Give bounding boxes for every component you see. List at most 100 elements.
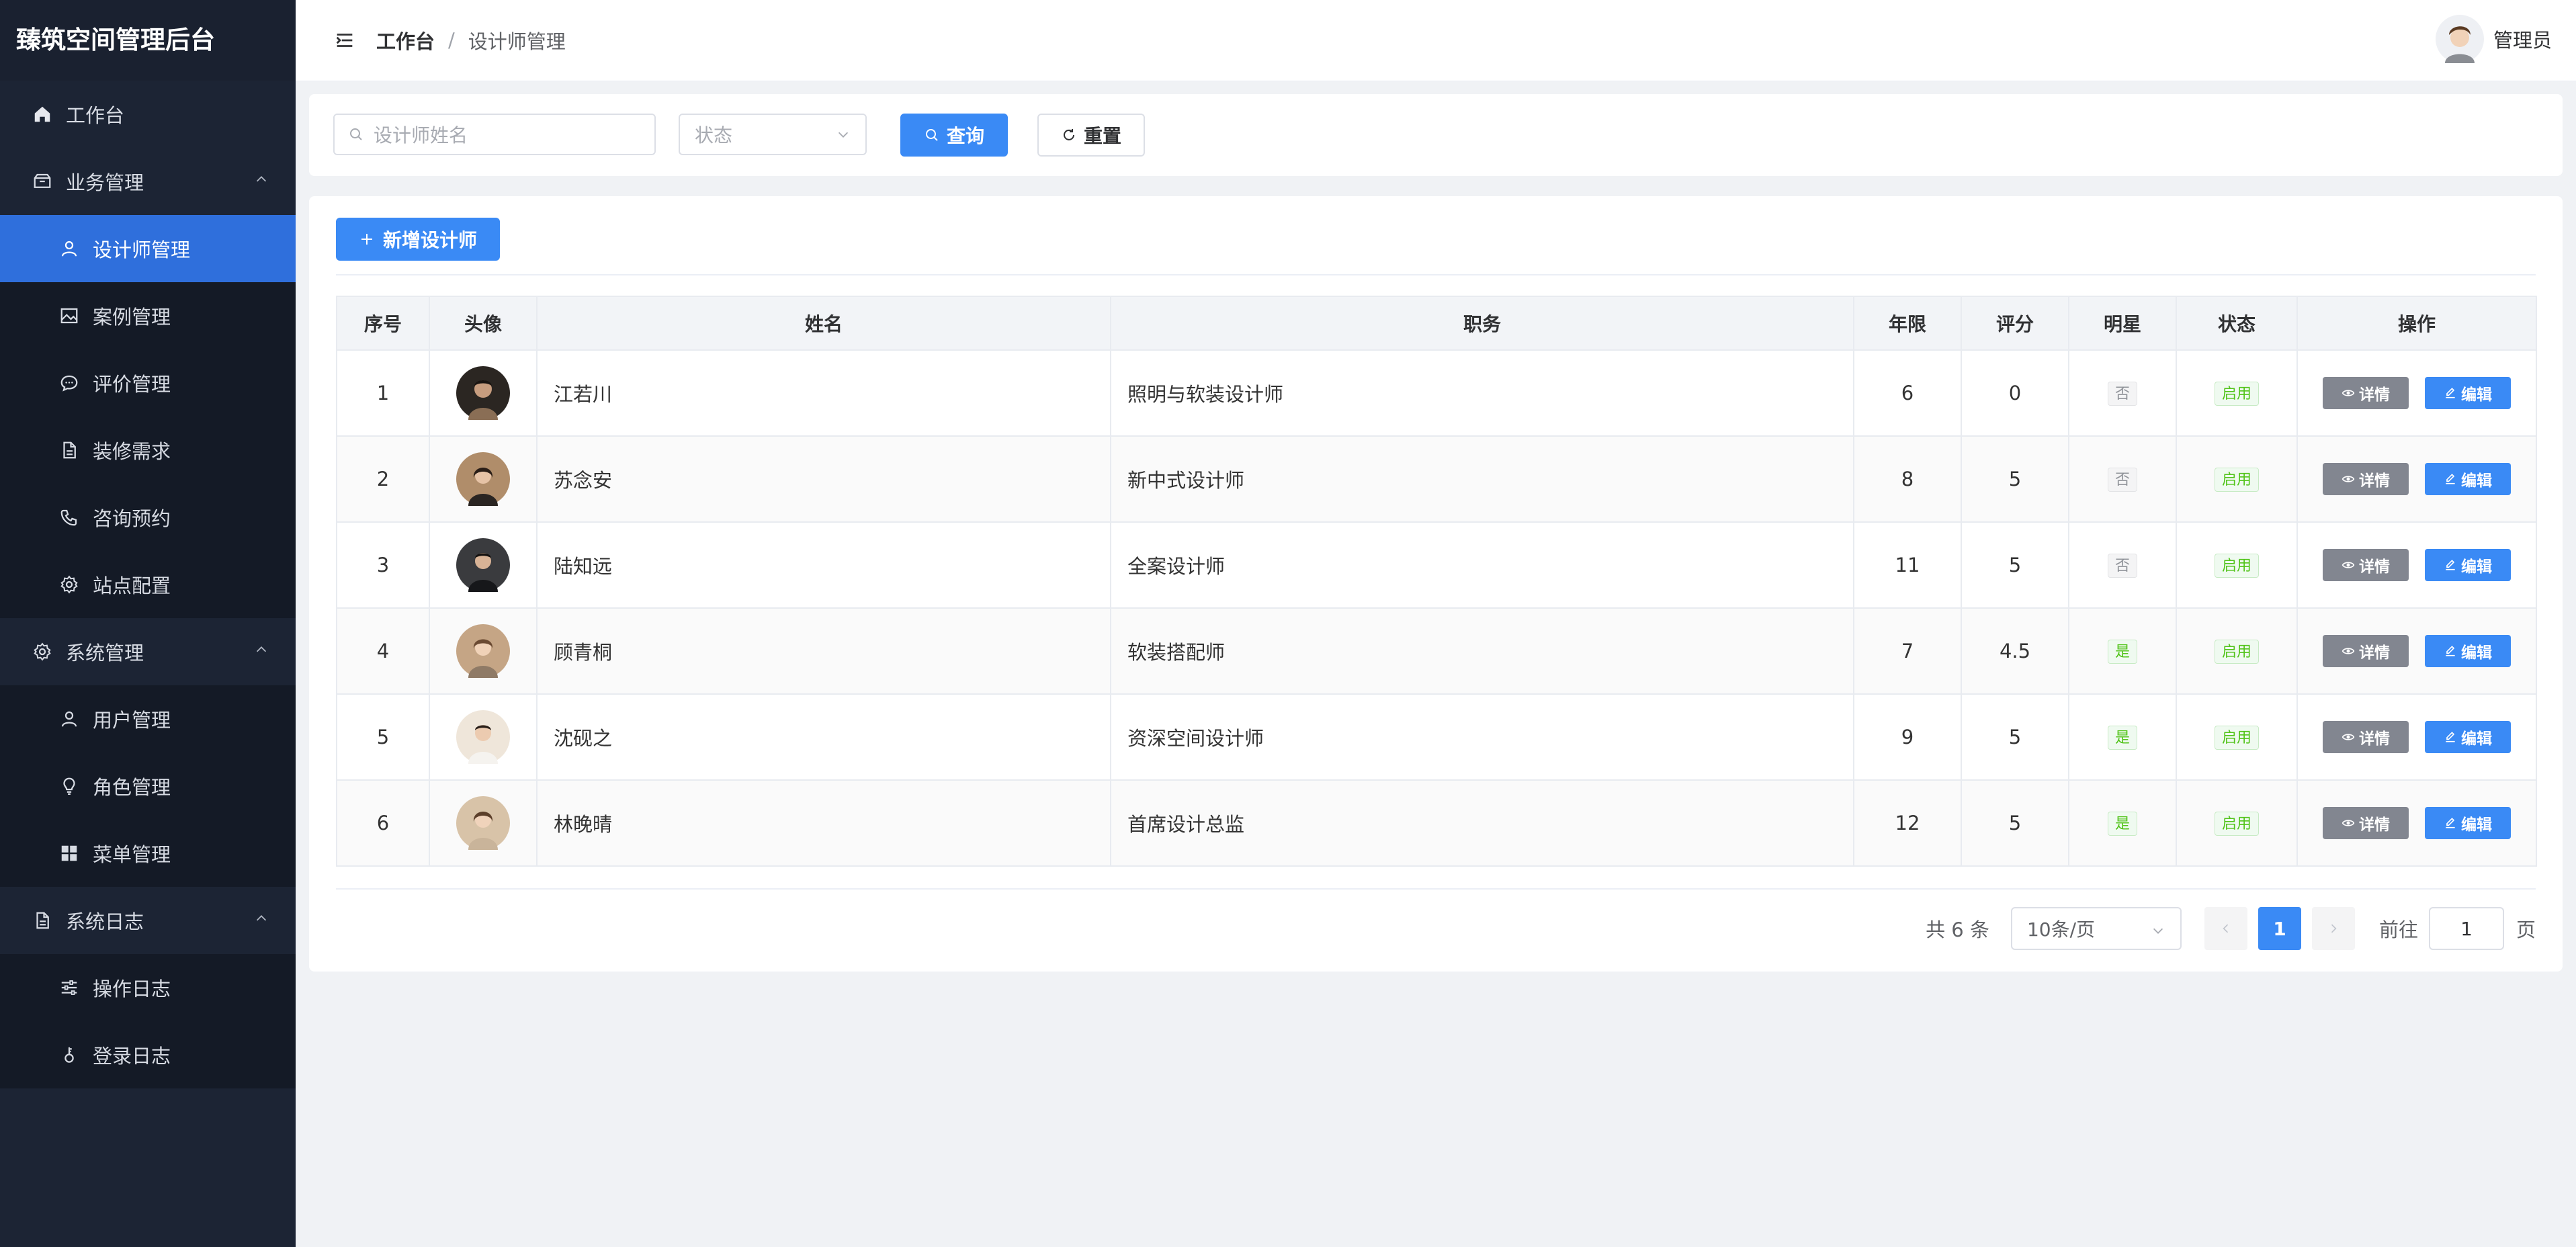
star-cell: 是 [2068, 607, 2177, 695]
detail-button[interactable]: 详情 [2323, 377, 2409, 409]
designer-name: 顾青桐 [536, 607, 1111, 695]
edit-label: 编辑 [2461, 816, 2492, 834]
column-header: 职务 [1110, 296, 1854, 351]
sidebar-item-label: 操作日志 [93, 978, 171, 1000]
detail-button[interactable]: 详情 [2323, 807, 2409, 839]
sidebar-item-workbench[interactable]: 工作台 [0, 81, 296, 148]
sidebar-item-system[interactable]: 系统管理 [0, 618, 296, 685]
status-cell: 启用 [2176, 779, 2298, 867]
designer-years: 9 [1853, 693, 1962, 781]
designer-title: 照明与软装设计师 [1110, 349, 1854, 437]
detail-button[interactable]: 详情 [2323, 721, 2409, 753]
breadcrumb-home[interactable]: 工作台 [376, 26, 435, 54]
menu-fold-icon[interactable] [333, 29, 356, 52]
status-placeholder: 状态 [695, 124, 733, 146]
edit-label: 编辑 [2461, 730, 2492, 748]
sidebar-item-operation-logs[interactable]: 操作日志 [0, 954, 296, 1021]
prev-page-button[interactable] [2204, 907, 2247, 950]
sidebar-item-label: 登录日志 [93, 1045, 171, 1068]
sidebar-item-label: 系统管理 [66, 642, 144, 664]
designer-name-input[interactable]: 设计师姓名 [333, 114, 656, 155]
sidebar-item-requirements[interactable]: 装修需求 [0, 417, 296, 484]
edit-button[interactable]: 编辑 [2425, 721, 2511, 753]
sidebar-item-consult[interactable]: 咨询预约 [0, 484, 296, 551]
star-cell: 是 [2068, 693, 2177, 781]
gear-icon [60, 575, 78, 594]
status-cell: 启用 [2176, 349, 2298, 437]
chevron-left-icon [2223, 924, 2229, 933]
edit-button[interactable]: 编辑 [2425, 463, 2511, 495]
document-icon [36, 912, 49, 929]
status-tag: 启用 [2214, 726, 2259, 750]
sidebar-item-cases[interactable]: 案例管理 [0, 282, 296, 349]
page-size-select[interactable]: 10条/页 [2010, 907, 2182, 950]
box-icon [34, 173, 51, 188]
phone-icon [60, 509, 77, 526]
sidebar-item-reviews[interactable]: 评价管理 [0, 349, 296, 417]
row-index: 5 [336, 693, 430, 781]
designer-score: 5 [1961, 521, 2069, 609]
page-number-button[interactable]: 1 [2258, 907, 2301, 950]
home-icon [34, 106, 50, 122]
user-menu[interactable]: 管理员 [2435, 15, 2552, 63]
sidebar-item-label: 站点配置 [93, 574, 171, 597]
detail-button[interactable]: 详情 [2323, 463, 2409, 495]
search-bar: 设计师姓名 状态 查询 重置 [309, 94, 2563, 176]
star-tag: 是 [2107, 812, 2137, 836]
chevron-down-icon [838, 132, 849, 138]
column-header: 年限 [1853, 296, 1962, 351]
chevron-right-icon [2331, 924, 2337, 933]
designer-years: 8 [1853, 435, 1962, 523]
goto-label: 前往 [2378, 918, 2418, 941]
user-icon [61, 711, 77, 727]
edit-label: 编辑 [2461, 386, 2492, 404]
sidebar-item-designers[interactable]: 设计师管理 [0, 215, 296, 282]
column-header: 操作 [2296, 296, 2537, 351]
app-title: 臻筑空间管理后台 [0, 0, 296, 81]
edit-button[interactable]: 编辑 [2425, 377, 2511, 409]
star-cell: 是 [2068, 779, 2177, 867]
add-designer-button[interactable]: 新增设计师 [336, 218, 500, 261]
detail-button[interactable]: 详情 [2323, 549, 2409, 581]
edit-button[interactable]: 编辑 [2425, 635, 2511, 667]
status-tag: 启用 [2214, 812, 2259, 836]
eye-icon [2342, 562, 2355, 568]
sidebar-item-label: 装修需求 [93, 440, 171, 463]
detail-button[interactable]: 详情 [2323, 635, 2409, 667]
detail-label: 详情 [2359, 558, 2390, 576]
status-select[interactable]: 状态 [679, 114, 867, 155]
sidebar-item-users[interactable]: 用户管理 [0, 685, 296, 752]
eye-icon [2342, 648, 2355, 654]
main-area: 工作台 / 设计师管理 管理员 设计师姓名 状态 查询 重置 新增设计师 序号 … [296, 0, 2576, 1247]
status-cell: 启用 [2176, 435, 2298, 523]
next-page-button[interactable] [2311, 907, 2355, 950]
goto-page-input[interactable]: 1 [2428, 907, 2504, 950]
edit-button[interactable]: 编辑 [2425, 549, 2511, 581]
edit-label: 编辑 [2461, 558, 2492, 576]
avatar [456, 452, 510, 506]
star-cell: 否 [2068, 349, 2177, 437]
edit-button[interactable]: 编辑 [2425, 807, 2511, 839]
detail-label: 详情 [2359, 472, 2390, 490]
star-cell: 否 [2068, 521, 2177, 609]
sidebar-item-business[interactable]: 业务管理 [0, 148, 296, 215]
query-button[interactable]: 查询 [900, 114, 1008, 157]
divider [336, 888, 2536, 890]
designer-years: 11 [1853, 521, 1962, 609]
table-row: 2 苏念安 新中式设计师 8 5 否 启用 详情 编辑 [336, 435, 2537, 523]
row-index: 1 [336, 349, 430, 437]
reset-button[interactable]: 重置 [1037, 114, 1145, 157]
sidebar-item-login-logs[interactable]: 登录日志 [0, 1021, 296, 1088]
sidebar-item-site-config[interactable]: 站点配置 [0, 551, 296, 618]
avatar-cell [429, 779, 538, 867]
avatar [456, 538, 510, 592]
sidebar-item-menus[interactable]: 菜单管理 [0, 820, 296, 887]
sidebar-item-roles[interactable]: 角色管理 [0, 752, 296, 820]
sidebar-item-label: 系统日志 [66, 910, 144, 933]
sidebar-item-logs[interactable]: 系统日志 [0, 887, 296, 954]
key-icon [65, 1047, 74, 1063]
designer-score: 4.5 [1961, 607, 2069, 695]
star-tag: 是 [2107, 640, 2137, 664]
sidebar-item-label: 评价管理 [93, 373, 171, 396]
actions-cell: 详情 编辑 [2296, 435, 2537, 523]
